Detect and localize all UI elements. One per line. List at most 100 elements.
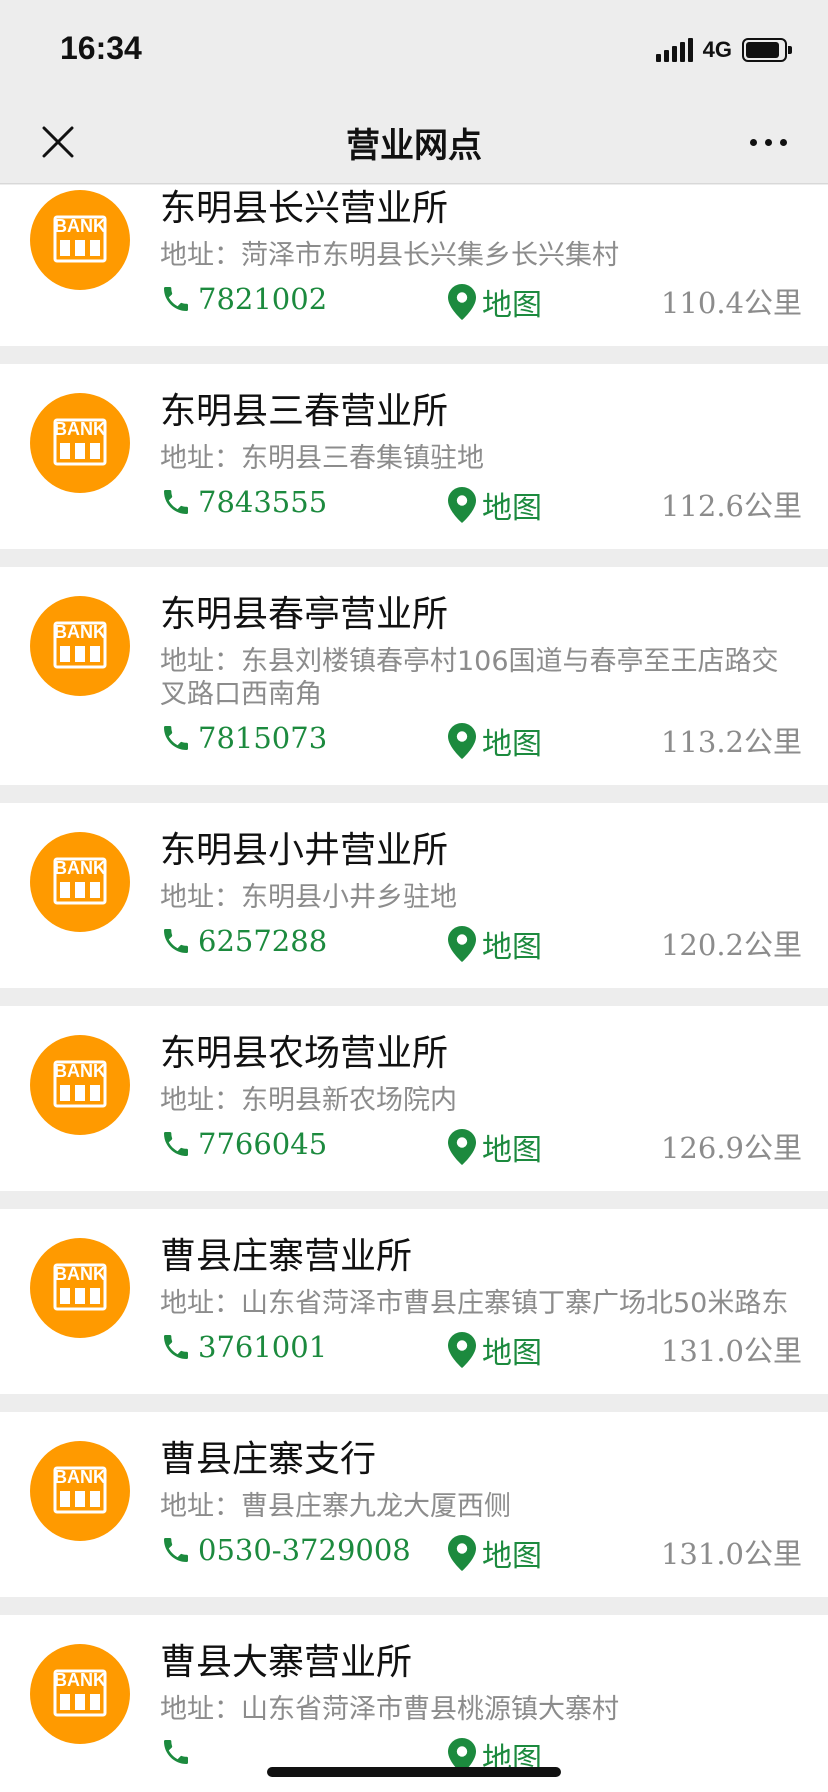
- branch-address: 地址：曹县庄寨九龙大厦西侧: [160, 1491, 511, 1522]
- branch-card[interactable]: BANK 曹县庄寨营业所 地址：山东省菏泽市曹县庄寨镇丁寨广场北50米路东 37…: [0, 1209, 828, 1394]
- phone-number: 7843555: [198, 485, 328, 519]
- bank-logo-text: BANK: [54, 419, 106, 439]
- phone-link[interactable]: 7843555: [160, 485, 327, 519]
- branch-card[interactable]: BANK 东明县长兴营业所 地址：菏泽市东明县长兴集乡长兴集村 7821002 …: [0, 185, 828, 346]
- phone-icon: [164, 1538, 188, 1562]
- branch-address: 地址：东明县新农场院内: [160, 1085, 457, 1116]
- phone-number: 7821002: [198, 282, 328, 316]
- phone-number: 0530-3729008: [198, 1533, 411, 1567]
- map-pin-icon: [448, 1129, 476, 1165]
- bank-icon: BANK: [30, 596, 130, 696]
- branch-card[interactable]: BANK 东明县小井营业所 地址：东明县小井乡驻地 6257288 地图 120…: [0, 803, 828, 988]
- branch-name: 曹县大寨营业所: [160, 1642, 413, 1683]
- map-link[interactable]: 地图: [448, 280, 542, 324]
- bank-logo-text: BANK: [54, 858, 106, 878]
- map-link[interactable]: 地图: [448, 719, 542, 763]
- bank-icon: BANK: [30, 190, 130, 290]
- map-link[interactable]: 地图: [448, 1125, 542, 1169]
- branch-card[interactable]: BANK 东明县农场营业所 地址：东明县新农场院内 7766045 地图 126…: [0, 1006, 828, 1191]
- map-link[interactable]: 地图: [448, 1531, 542, 1575]
- signal-icon: [655, 38, 693, 62]
- map-label: 地图: [482, 727, 542, 762]
- map-label: 地图: [482, 1539, 542, 1574]
- phone-icon: [164, 1335, 188, 1359]
- bank-logo-text: BANK: [54, 622, 106, 642]
- phone-icon: [164, 726, 188, 750]
- map-pin-icon: [448, 487, 476, 523]
- branch-list-container[interactable]: BANK 东明县长兴营业所 地址：菏泽市东明县长兴集乡长兴集村 7821002 …: [0, 185, 828, 1792]
- bank-logo-text: BANK: [54, 216, 106, 236]
- branch-address: 地址：东明县小井乡驻地: [160, 882, 457, 913]
- phone-link[interactable]: 6257288: [160, 924, 327, 958]
- bank-logo-text: BANK: [54, 1670, 106, 1690]
- bank-icon: BANK: [30, 1644, 130, 1744]
- more-dots-icon: [749, 138, 787, 146]
- close-button[interactable]: [36, 120, 80, 164]
- bank-icon: BANK: [30, 1035, 130, 1135]
- branch-list: BANK 东明县长兴营业所 地址：菏泽市东明县长兴集乡长兴集村 7821002 …: [0, 185, 828, 1792]
- nav-bar: 营业网点: [0, 100, 828, 184]
- network-label: 4G: [702, 37, 732, 62]
- branch-card[interactable]: BANK 曹县大寨营业所 地址：山东省菏泽市曹县桃源镇大寨村 地图: [0, 1615, 828, 1792]
- map-label: 地图: [482, 1133, 542, 1168]
- bank-logo-text: BANK: [54, 1264, 106, 1284]
- phone-icon: [164, 1740, 188, 1764]
- phone-link[interactable]: [160, 1736, 198, 1768]
- map-link[interactable]: 地图: [448, 1328, 542, 1372]
- bank-icon: BANK: [30, 832, 130, 932]
- branch-info-row: 7766045 地图 126.9公里: [160, 1125, 804, 1169]
- branch-card[interactable]: BANK 曹县庄寨支行 地址：曹县庄寨九龙大厦西侧 0530-3729008 地…: [0, 1412, 828, 1597]
- distance-text: 131.0公里: [660, 1537, 802, 1571]
- branch-address: 地址：山东省菏泽市曹县庄寨镇丁寨广场北50米路东: [160, 1288, 789, 1319]
- map-label: 地图: [482, 1336, 542, 1371]
- branch-address: 地址：东县刘楼镇春亭村106国道与春亭至王店路交叉路口西南角: [160, 646, 779, 710]
- map-label: 地图: [482, 288, 542, 323]
- branch-name: 东明县小井营业所: [160, 830, 449, 871]
- map-pin-icon: [448, 1535, 476, 1571]
- phone-link[interactable]: 0530-3729008: [160, 1533, 411, 1567]
- map-label: 地图: [482, 491, 542, 526]
- branch-name: 东明县春亭营业所: [160, 594, 449, 635]
- branch-address: 地址：东明县三春集镇驻地: [160, 443, 484, 474]
- branch-card[interactable]: BANK 东明县春亭营业所 地址：东县刘楼镇春亭村106国道与春亭至王店路交叉路…: [0, 567, 828, 785]
- phone-icon: [164, 1132, 188, 1156]
- distance-text: 126.9公里: [660, 1131, 802, 1165]
- branch-name: 东明县农场营业所: [160, 1033, 449, 1074]
- distance-text: 113.2公里: [660, 725, 802, 759]
- phone-number: 7766045: [198, 1127, 328, 1161]
- status-indicators: 4G: [655, 36, 792, 64]
- branch-card[interactable]: BANK 东明县三春营业所 地址：东明县三春集镇驻地 7843555 地图 11…: [0, 364, 828, 549]
- phone-number: 3761001: [198, 1330, 328, 1364]
- phone-icon: [164, 929, 188, 953]
- bank-logo-text: BANK: [54, 1061, 106, 1081]
- bank-icon: BANK: [30, 393, 130, 493]
- branch-address: 地址：菏泽市东明县长兴集乡长兴集村: [160, 240, 619, 271]
- map-pin-icon: [448, 926, 476, 962]
- phone-link[interactable]: 7766045: [160, 1127, 327, 1161]
- battery-icon: [742, 38, 792, 62]
- map-link[interactable]: 地图: [448, 922, 542, 966]
- phone-icon: [164, 287, 188, 311]
- phone-link[interactable]: 3761001: [160, 1330, 327, 1364]
- branch-name: 东明县长兴营业所: [160, 188, 449, 229]
- branch-name: 曹县庄寨营业所: [160, 1236, 413, 1277]
- distance-text: 112.6公里: [660, 489, 802, 523]
- bank-icon: BANK: [30, 1238, 130, 1338]
- bank-logo-text: BANK: [54, 1467, 106, 1487]
- bank-icon: BANK: [30, 1441, 130, 1541]
- map-pin-icon: [448, 1332, 476, 1368]
- branch-name: 东明县三春营业所: [160, 391, 449, 432]
- close-icon: [42, 126, 74, 158]
- home-indicator[interactable]: [267, 1767, 561, 1777]
- map-link[interactable]: 地图: [448, 483, 542, 527]
- phone-number: 6257288: [198, 924, 328, 958]
- phone-link[interactable]: 7815073: [160, 721, 327, 755]
- status-time: 16:34: [60, 30, 142, 66]
- phone-icon: [164, 490, 188, 514]
- branch-name: 曹县庄寨支行: [160, 1439, 377, 1480]
- map-label: 地图: [482, 930, 542, 965]
- branch-address: 地址：山东省菏泽市曹县桃源镇大寨村: [160, 1694, 619, 1725]
- phone-link[interactable]: 7821002: [160, 282, 327, 316]
- more-button[interactable]: [738, 120, 798, 164]
- page-title: 营业网点: [346, 126, 482, 166]
